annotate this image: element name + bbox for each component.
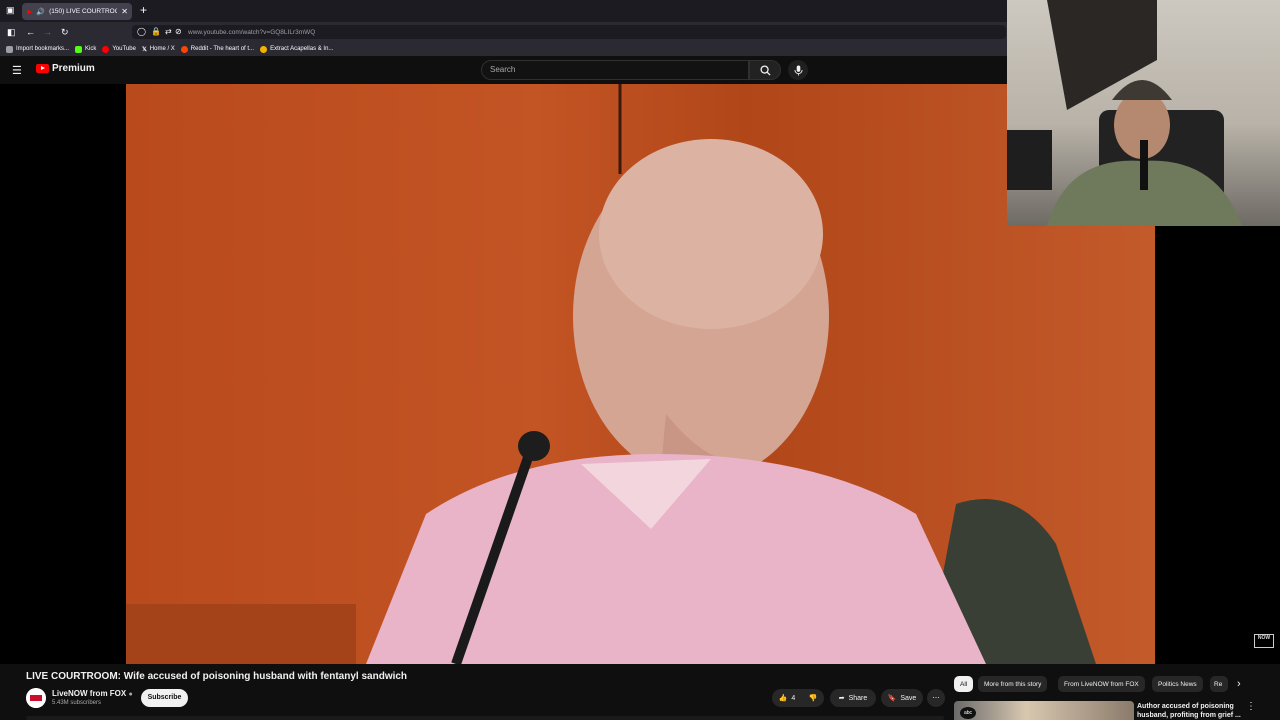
share-arrow-icon: ➦ — [838, 695, 845, 702]
url-text: www.youtube.com/watch?v=GQ8LILr3mWQ — [188, 28, 316, 36]
bookmark-save-icon: 🔖 — [887, 695, 897, 702]
recommended-thumbnail[interactable]: abc — [954, 701, 1134, 720]
like-count: 4 — [791, 694, 796, 702]
back-arrow-icon[interactable]: ← — [26, 26, 35, 38]
streamer-webcam-overlay — [1007, 0, 1280, 226]
like-button[interactable]: 👍 4 — [772, 689, 802, 707]
search-icon — [759, 64, 771, 76]
forward-arrow-icon[interactable]: → — [43, 26, 52, 38]
description-box-edge — [26, 716, 944, 720]
chip-truncated[interactable]: Re — [1210, 676, 1228, 692]
bookmark-youtube[interactable]: YouTube — [102, 45, 136, 53]
livenow-logo-icon — [26, 688, 46, 708]
kick-icon — [75, 45, 83, 53]
more-vertical-icon[interactable]: ⋮ — [1246, 701, 1256, 712]
reddit-icon — [180, 45, 188, 53]
address-bar[interactable]: www.youtube.com/watch?v=GQ8LILr3mWQ — [132, 25, 1006, 39]
logo-text: Premium — [52, 63, 95, 74]
thumbs-up-icon: 👍 — [778, 695, 788, 702]
channel-name[interactable]: LiveNOW from FOX ● — [52, 689, 133, 698]
video-title: LIVE COURTROOM: Wife accused of poisonin… — [26, 671, 408, 682]
courtroom-witness-scene — [126, 84, 1096, 664]
youtube-premium-logo[interactable]: Premium — [36, 63, 95, 74]
youtube-tab-icon: ▶ — [27, 8, 33, 16]
tracking-blocked-icon[interactable]: ⊘ — [175, 26, 182, 38]
recommended-title[interactable]: Author accused of poisoning husband, pro… — [1137, 702, 1241, 720]
youtube-play-logo-icon — [36, 64, 49, 73]
x-logo-icon: 𝕏 — [141, 46, 147, 53]
youtube-icon — [102, 45, 110, 53]
search-input[interactable]: Search — [481, 60, 749, 80]
browser-tab-active[interactable]: ▶ 🔊 (150) LIVE COURTROOM: W ✕ — [22, 3, 132, 20]
webcam-scene — [1007, 0, 1242, 226]
bookmark-kick[interactable]: Kick — [75, 45, 96, 53]
shield-icon[interactable]: ◯ — [137, 26, 146, 38]
tab-title: (150) LIVE COURTROOM: W — [49, 8, 118, 15]
subscribe-button[interactable]: Subscribe — [141, 689, 188, 707]
dislike-button[interactable]: 👎 — [802, 689, 824, 707]
close-tab-icon[interactable]: ✕ — [121, 7, 132, 16]
chip-all[interactable]: All — [954, 676, 974, 692]
livenow-watermark: NOW — [1254, 634, 1274, 648]
acapellas-icon — [260, 45, 268, 53]
microphone-icon — [793, 65, 803, 75]
chevron-right-icon[interactable]: › — [1237, 678, 1241, 690]
more-horizontal-icon: ⋯ — [932, 695, 940, 702]
search-button[interactable] — [749, 60, 781, 80]
bookmark-x[interactable]: 𝕏 Home / X — [142, 46, 175, 53]
abc-logo-icon: abc — [960, 707, 976, 719]
verified-icon: ● — [128, 691, 133, 698]
sidebar-toggle-icon[interactable]: ◧ — [7, 26, 16, 38]
menu-hamburger-icon[interactable]: ☰ — [12, 64, 22, 77]
voice-search-button[interactable] — [788, 60, 808, 80]
tab-list-icon[interactable]: ▣ — [6, 5, 15, 16]
bookmark-reddit[interactable]: Reddit - The heart of t... — [180, 45, 254, 53]
bookmark-acapellas[interactable]: Extract Acapellas & In... — [260, 45, 333, 53]
bookmark-import[interactable]: Import bookmarks... — [6, 45, 69, 53]
audio-playing-icon[interactable]: 🔊 — [36, 8, 45, 16]
permissions-icon[interactable]: ⇄ — [165, 26, 172, 38]
share-button[interactable]: ➦ Share — [830, 689, 876, 707]
thumbs-down-icon: 👎 — [808, 695, 818, 702]
chip-more-from-story[interactable]: More from this story — [978, 676, 1048, 692]
chip-from-livenow[interactable]: From LiveNOW from FOX — [1058, 676, 1145, 692]
new-tab-icon[interactable]: + — [140, 3, 147, 17]
import-icon — [6, 45, 13, 53]
video-frame[interactable] — [126, 84, 1155, 664]
subscriber-count: 5.43M subscribers — [52, 700, 102, 706]
save-button[interactable]: 🔖 Save — [881, 689, 923, 707]
more-actions-button[interactable]: ⋯ — [927, 689, 945, 707]
chip-politics-news[interactable]: Politics News — [1152, 676, 1203, 692]
lock-icon[interactable]: 🔒 — [151, 26, 161, 38]
reload-icon[interactable]: ↻ — [61, 26, 69, 38]
channel-avatar[interactable] — [26, 688, 46, 708]
